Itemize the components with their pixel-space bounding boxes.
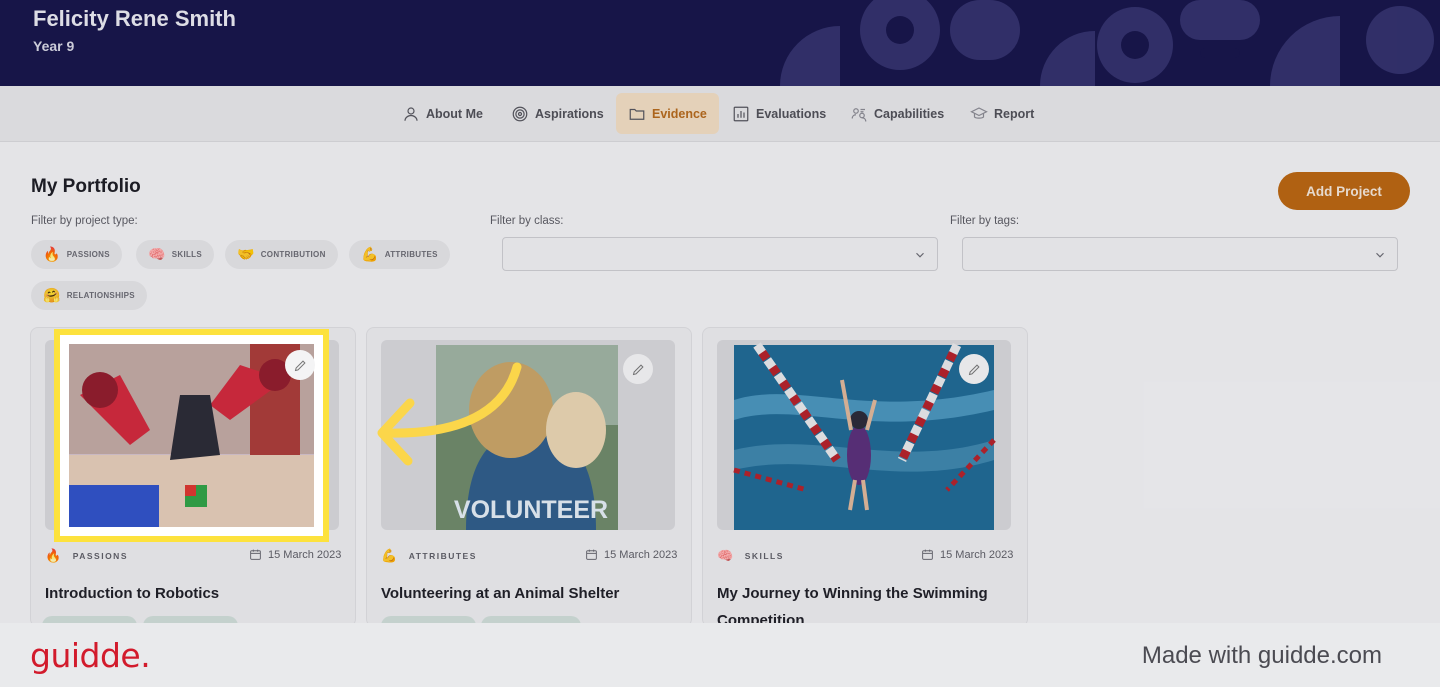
flexed-biceps-icon: 💪 <box>361 246 379 262</box>
tags-filter-select[interactable] <box>962 237 1398 271</box>
tab-about-me[interactable]: About Me <box>390 93 495 134</box>
chip-attributes[interactable]: 💪 ATTRIBUTES <box>349 240 450 269</box>
pencil-icon <box>294 359 306 371</box>
tab-label: Evaluations <box>756 106 827 121</box>
people-icon <box>851 107 867 122</box>
chip-passions[interactable]: 🔥 PASSIONS <box>31 240 122 269</box>
person-icon <box>404 106 418 121</box>
project-type-attributes: 💪 ATTRIBUTES <box>381 548 477 564</box>
chip-label: RELATIONSHIPS <box>66 291 135 300</box>
highlighted-project-image[interactable] <box>54 329 329 542</box>
edit-project-button[interactable] <box>285 350 315 380</box>
made-with-text: Made with guidde.com <box>1141 642 1382 669</box>
class-filter-select[interactable] <box>502 237 938 271</box>
chip-label: PASSIONS <box>66 250 110 259</box>
project-type-skills: 🧠 SKILLS <box>717 548 784 564</box>
edit-project-button[interactable] <box>623 354 653 384</box>
edit-project-button[interactable] <box>959 354 989 384</box>
tutorial-arrow-icon <box>377 362 522 466</box>
project-title[interactable]: Introduction to Robotics <box>45 580 335 607</box>
chip-skills[interactable]: 🧠 SKILLS <box>136 240 214 269</box>
project-date: 15 March 2023 <box>249 548 341 561</box>
graduation-cap-icon <box>970 106 988 119</box>
brain-icon: 🧠 <box>148 246 166 262</box>
fire-icon: 🔥 <box>43 246 61 262</box>
filter-tags-label: Filter by tags: <box>950 215 1020 227</box>
tab-label: Report <box>994 106 1035 121</box>
tab-label: Capabilities <box>874 106 945 121</box>
project-date-text: 15 March 2023 <box>268 548 342 561</box>
chip-label: ATTRIBUTES <box>384 250 438 259</box>
calendar-icon <box>586 549 597 560</box>
chip-label: SKILLS <box>171 250 202 259</box>
hug-icon: 🤗 <box>43 287 61 303</box>
project-date-text: 15 March 2023 <box>940 548 1014 561</box>
profile-tabs: About Me Aspirations Evidence Evaluation… <box>0 86 1440 142</box>
project-date-text: 15 March 2023 <box>604 548 678 561</box>
tab-capabilities[interactable]: Capabilities <box>838 93 956 134</box>
project-title[interactable]: Volunteering at an Animal Shelter <box>381 580 681 607</box>
calendar-icon <box>922 549 933 560</box>
target-icon <box>512 106 528 121</box>
profile-header: Felicity Rene Smith Year 9 <box>0 0 1440 86</box>
chip-label: CONTRIBUTION <box>260 250 326 259</box>
volunteer-shirt-text: VOLUNTEER <box>454 496 608 524</box>
header-decorative-pattern <box>780 0 1434 86</box>
page-title: My Portfolio <box>31 176 141 197</box>
folder-icon <box>629 108 645 120</box>
handshake-icon: 🤝 <box>237 246 255 262</box>
pencil-icon <box>968 363 980 375</box>
pencil-icon <box>632 363 644 375</box>
flexed-biceps-icon: 💪 <box>381 548 399 563</box>
project-type-label: ATTRIBUTES <box>408 551 477 561</box>
filter-class-label: Filter by class: <box>490 215 564 227</box>
guidde-footer: guidde. Made with guidde.com <box>0 623 1440 687</box>
tab-label: About Me <box>426 106 483 121</box>
chevron-down-icon <box>916 252 924 258</box>
project-type-passions: 🔥 PASSIONS <box>45 548 128 564</box>
tab-label: Evidence <box>652 106 707 121</box>
project-type-label: SKILLS <box>744 551 784 561</box>
brain-icon: 🧠 <box>717 548 735 563</box>
add-project-button[interactable]: Add Project <box>1278 172 1410 210</box>
project-date: 15 March 2023 <box>585 548 677 561</box>
bar-chart-icon <box>733 106 749 121</box>
calendar-icon <box>250 549 261 560</box>
chevron-down-icon <box>1376 252 1384 258</box>
tab-evidence[interactable]: Evidence <box>616 93 719 134</box>
guidde-logo: guidde. <box>30 636 151 675</box>
student-name: Felicity Rene Smith <box>33 6 236 31</box>
tab-label: Aspirations <box>535 106 604 121</box>
chip-contribution[interactable]: 🤝 CONTRIBUTION <box>225 240 338 269</box>
project-type-label: PASSIONS <box>72 551 128 561</box>
fire-icon: 🔥 <box>45 548 63 563</box>
tab-evaluations[interactable]: Evaluations <box>720 93 838 134</box>
tab-report[interactable]: Report <box>958 93 1046 134</box>
chip-relationships[interactable]: 🤗 RELATIONSHIPS <box>31 281 147 310</box>
filter-type-label: Filter by project type: <box>31 215 138 227</box>
tab-aspirations[interactable]: Aspirations <box>499 93 616 134</box>
student-year: Year 9 <box>33 38 75 54</box>
project-date: 15 March 2023 <box>921 548 1013 561</box>
